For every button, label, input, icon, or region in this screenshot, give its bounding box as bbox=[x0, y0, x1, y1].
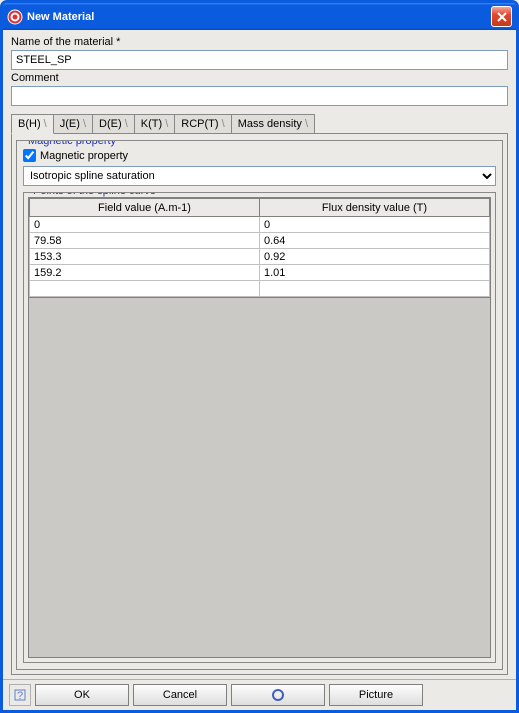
cancel-button[interactable]: Cancel bbox=[133, 684, 227, 706]
cell-flux[interactable]: 0.64 bbox=[260, 233, 490, 249]
dialog-content: Name of the material * Comment B(H) \ J(… bbox=[3, 30, 516, 679]
table-row bbox=[30, 281, 490, 297]
icon-button[interactable] bbox=[231, 684, 325, 706]
ok-button[interactable]: OK bbox=[35, 684, 129, 706]
tab-bh[interactable]: B(H) \ bbox=[11, 114, 54, 134]
tab-panel: Magnetic property Magnetic property Isot… bbox=[11, 133, 508, 675]
cell-field[interactable] bbox=[30, 281, 260, 297]
magnetic-fieldset: Magnetic property Magnetic property Isot… bbox=[16, 140, 503, 670]
app-icon bbox=[7, 9, 23, 25]
help-button[interactable]: ? bbox=[9, 684, 31, 706]
tab-kt[interactable]: K(T) \ bbox=[134, 114, 176, 133]
cell-flux[interactable]: 1.01 bbox=[260, 265, 490, 281]
titlebar: New Material bbox=[3, 3, 516, 30]
col-header-field[interactable]: Field value (A.m-1) bbox=[30, 199, 260, 217]
table-row: 153.30.92 bbox=[30, 249, 490, 265]
table-row: 79.580.64 bbox=[30, 233, 490, 249]
points-table-wrap: Field value (A.m-1) Flux density value (… bbox=[28, 197, 491, 298]
tab-rcpt[interactable]: RCP(T) \ bbox=[174, 114, 231, 133]
tab-de[interactable]: D(E) \ bbox=[92, 114, 135, 133]
picture-button[interactable]: Picture bbox=[329, 684, 423, 706]
magnetic-checkbox-label: Magnetic property bbox=[40, 150, 128, 162]
tab-bar: B(H) \ J(E) \ D(E) \ K(T) \ RCP(T) \ Mas… bbox=[11, 114, 508, 133]
cell-field[interactable]: 0 bbox=[30, 217, 260, 233]
col-header-flux[interactable]: Flux density value (T) bbox=[260, 199, 490, 217]
table-row: 159.21.01 bbox=[30, 265, 490, 281]
magnetic-checkbox-row: Magnetic property bbox=[23, 149, 496, 162]
cell-field[interactable]: 159.2 bbox=[30, 265, 260, 281]
name-label: Name of the material * bbox=[11, 36, 508, 48]
close-button[interactable] bbox=[491, 6, 512, 27]
table-empty-area bbox=[28, 298, 491, 658]
svg-text:?: ? bbox=[17, 690, 23, 702]
cell-flux[interactable] bbox=[260, 281, 490, 297]
name-input[interactable] bbox=[11, 50, 508, 70]
comment-label: Comment bbox=[11, 72, 508, 84]
cell-flux[interactable]: 0.92 bbox=[260, 249, 490, 265]
button-bar: ? OK Cancel Picture bbox=[3, 679, 516, 710]
comment-input[interactable] bbox=[11, 86, 508, 106]
magnetic-checkbox[interactable] bbox=[23, 149, 36, 162]
window-title: New Material bbox=[27, 11, 491, 23]
points-table: Field value (A.m-1) Flux density value (… bbox=[29, 198, 490, 297]
cell-field[interactable]: 153.3 bbox=[30, 249, 260, 265]
tab-mass-density[interactable]: Mass density \ bbox=[231, 114, 315, 133]
points-fieldset: Points of the spline curve Field value (… bbox=[23, 192, 496, 663]
tab-je[interactable]: J(E) \ bbox=[53, 114, 93, 133]
magnetic-legend: Magnetic property bbox=[25, 140, 119, 147]
cell-field[interactable]: 79.58 bbox=[30, 233, 260, 249]
table-row: 00 bbox=[30, 217, 490, 233]
magnetic-type-select[interactable]: Isotropic spline saturation bbox=[23, 166, 496, 186]
dialog-window: New Material Name of the material * Comm… bbox=[0, 0, 519, 713]
cell-flux[interactable]: 0 bbox=[260, 217, 490, 233]
circle-icon bbox=[272, 689, 284, 701]
